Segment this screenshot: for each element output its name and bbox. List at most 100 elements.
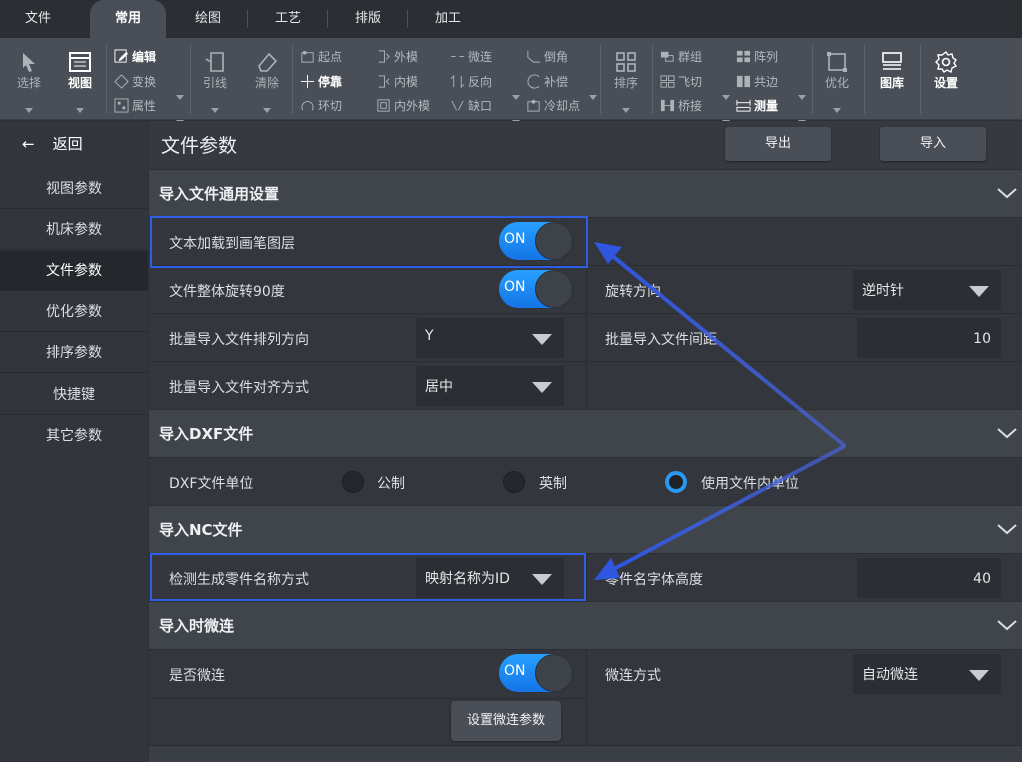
batch-align-select[interactable]: 居中 (416, 366, 564, 406)
sidebar-item-file-params[interactable]: 文件参数 (0, 251, 148, 291)
tab-common[interactable]: 常用 (90, 0, 166, 38)
commonedge-label: 共边 (754, 75, 779, 89)
bridge-button[interactable]: 桥接 (660, 97, 702, 115)
sort-dropdown-icon[interactable] (622, 108, 630, 113)
properties-button[interactable]: 属性 (114, 97, 156, 115)
tab-file[interactable]: 文件 (0, 0, 76, 38)
toggle-state-label: ON (504, 663, 526, 679)
clear-button[interactable]: 清除 (248, 50, 286, 91)
chamfer-dropdown-icon[interactable] (589, 95, 597, 100)
array-button[interactable]: 阵列 (736, 48, 778, 66)
batch-spacing-input[interactable]: 10 (857, 318, 1001, 358)
gear-icon (935, 50, 958, 74)
radio-metric-label: 公制 (377, 476, 405, 492)
startpoint-button[interactable]: 起点 (300, 48, 342, 66)
dropdown-triangle-icon (969, 670, 989, 681)
gap-button[interactable]: 缺口 (450, 97, 492, 115)
sidebar-item-machine-params[interactable]: 机床参数 (0, 210, 148, 250)
section-microjoint-header[interactable]: 导入时微连 (149, 601, 1022, 649)
tab-machining[interactable]: 加工 (410, 0, 486, 38)
stop-button[interactable]: 停靠 (300, 73, 342, 91)
export-button[interactable]: 导出 (725, 127, 831, 161)
coolpoint-button[interactable]: 冷却点 (526, 97, 580, 115)
menu-separator (407, 10, 408, 28)
cursor-arrow-icon (23, 53, 35, 72)
back-button[interactable]: ← 返回 (0, 121, 148, 167)
edit-dropdown-icon[interactable] (176, 95, 184, 100)
tab-draw[interactable]: 绘图 (170, 0, 246, 38)
rotate90-toggle[interactable]: ON (499, 270, 573, 308)
sidebar-item-shortcuts[interactable]: 快捷键 (0, 375, 148, 415)
import-button[interactable]: 导入 (880, 127, 986, 161)
optimize-button[interactable]: 优化 (816, 50, 858, 91)
tab-process[interactable]: 工艺 (250, 0, 326, 38)
radio-file-units[interactable] (665, 471, 687, 493)
library-button[interactable]: 图库 (870, 50, 914, 91)
chevron-down-icon[interactable] (996, 422, 1018, 444)
view-dropdown-icon[interactable] (76, 108, 84, 113)
sidebar-item-optimize-params[interactable]: 优化参数 (0, 292, 148, 332)
group-dropdown-icon[interactable] (722, 95, 730, 100)
inout-mold-button[interactable]: 内外模 (376, 97, 430, 115)
flycut-button[interactable]: 飞切 (660, 73, 702, 91)
microjoint-enable-toggle[interactable]: ON (499, 654, 573, 692)
microjoint-method-select[interactable]: 自动微连 (853, 654, 1001, 694)
radio-imperial[interactable] (503, 471, 525, 493)
select-value: 逆时针 (862, 283, 904, 299)
select-value: Y (425, 328, 434, 344)
select-button[interactable]: 选择 (8, 50, 50, 91)
inner-mold-button[interactable]: 内模 (376, 73, 418, 91)
optimize-label: 优化 (824, 76, 849, 90)
back-label: 返回 (52, 135, 83, 153)
section-nc-header[interactable]: 导入NC文件 (149, 505, 1022, 553)
microjoint-params-button[interactable]: 设置微连参数 (451, 701, 561, 741)
ribbon-divider (292, 44, 293, 114)
commonedge-button[interactable]: 共边 (736, 73, 778, 91)
part-font-height-input[interactable]: 40 (857, 558, 1001, 598)
sidebar-item-view-params[interactable]: 视图参数 (0, 169, 148, 209)
measure-ruler-icon (736, 99, 751, 112)
tab-nesting[interactable]: 排版 (330, 0, 406, 38)
outer-mold-button[interactable]: 外模 (376, 48, 418, 66)
rotate-direction-select[interactable]: 逆时针 (853, 270, 1001, 310)
radio-metric[interactable] (342, 471, 364, 493)
reverse-button[interactable]: 反向 (450, 73, 492, 91)
microjoint-button[interactable]: 微连 (450, 48, 492, 66)
array-dropdown-icon[interactable] (798, 95, 806, 100)
view-window-icon (69, 52, 91, 72)
select-dropdown-icon[interactable] (25, 108, 33, 113)
optimize-dropdown-icon[interactable] (833, 108, 841, 113)
section-dxf-header[interactable]: 导入DXF文件 (149, 409, 1022, 457)
stop-crosshair-icon (300, 74, 315, 89)
clear-dropdown-icon[interactable] (263, 108, 271, 113)
batch-direction-select[interactable]: Y (416, 318, 564, 358)
loopcut-button[interactable]: 环切 (300, 97, 342, 115)
measure-button[interactable]: 测量 (736, 97, 778, 115)
group-button[interactable]: 群组 (660, 48, 702, 66)
view-button[interactable]: 视图 (58, 50, 102, 91)
eraser-icon (258, 52, 278, 72)
sidebar-item-other-params[interactable]: 其它参数 (0, 416, 148, 456)
compensate-button[interactable]: 补偿 (526, 73, 568, 91)
chamfer-button[interactable]: 倒角 (526, 48, 568, 66)
chevron-down-icon[interactable] (996, 518, 1018, 540)
settings-button[interactable]: 设置 (924, 50, 968, 91)
properties-icon (114, 98, 129, 113)
flycut-icon (660, 75, 675, 88)
section-title: 导入时微连 (159, 617, 235, 635)
transform-button[interactable]: 变换 (114, 73, 156, 91)
edit-button[interactable]: 编辑 (114, 48, 156, 66)
chevron-down-icon[interactable] (996, 182, 1018, 204)
rotate90-label: 文件整体旋转90度 (169, 284, 285, 300)
microjoint-method-label: 微连方式 (605, 668, 661, 684)
optimize-icon (827, 52, 847, 72)
leadline-button[interactable]: 引线 (196, 50, 234, 91)
group-label: 群组 (678, 50, 703, 64)
sidebar-item-sort-params[interactable]: 排序参数 (0, 333, 148, 373)
section-general-header[interactable]: 导入文件通用设置 (149, 169, 1022, 217)
chevron-down-icon[interactable] (996, 614, 1018, 636)
sort-button[interactable]: 排序 (606, 50, 646, 91)
leadline-dropdown-icon[interactable] (211, 108, 219, 113)
toggle-knob (535, 654, 573, 692)
microjoint-dropdown-icon[interactable] (512, 95, 520, 100)
